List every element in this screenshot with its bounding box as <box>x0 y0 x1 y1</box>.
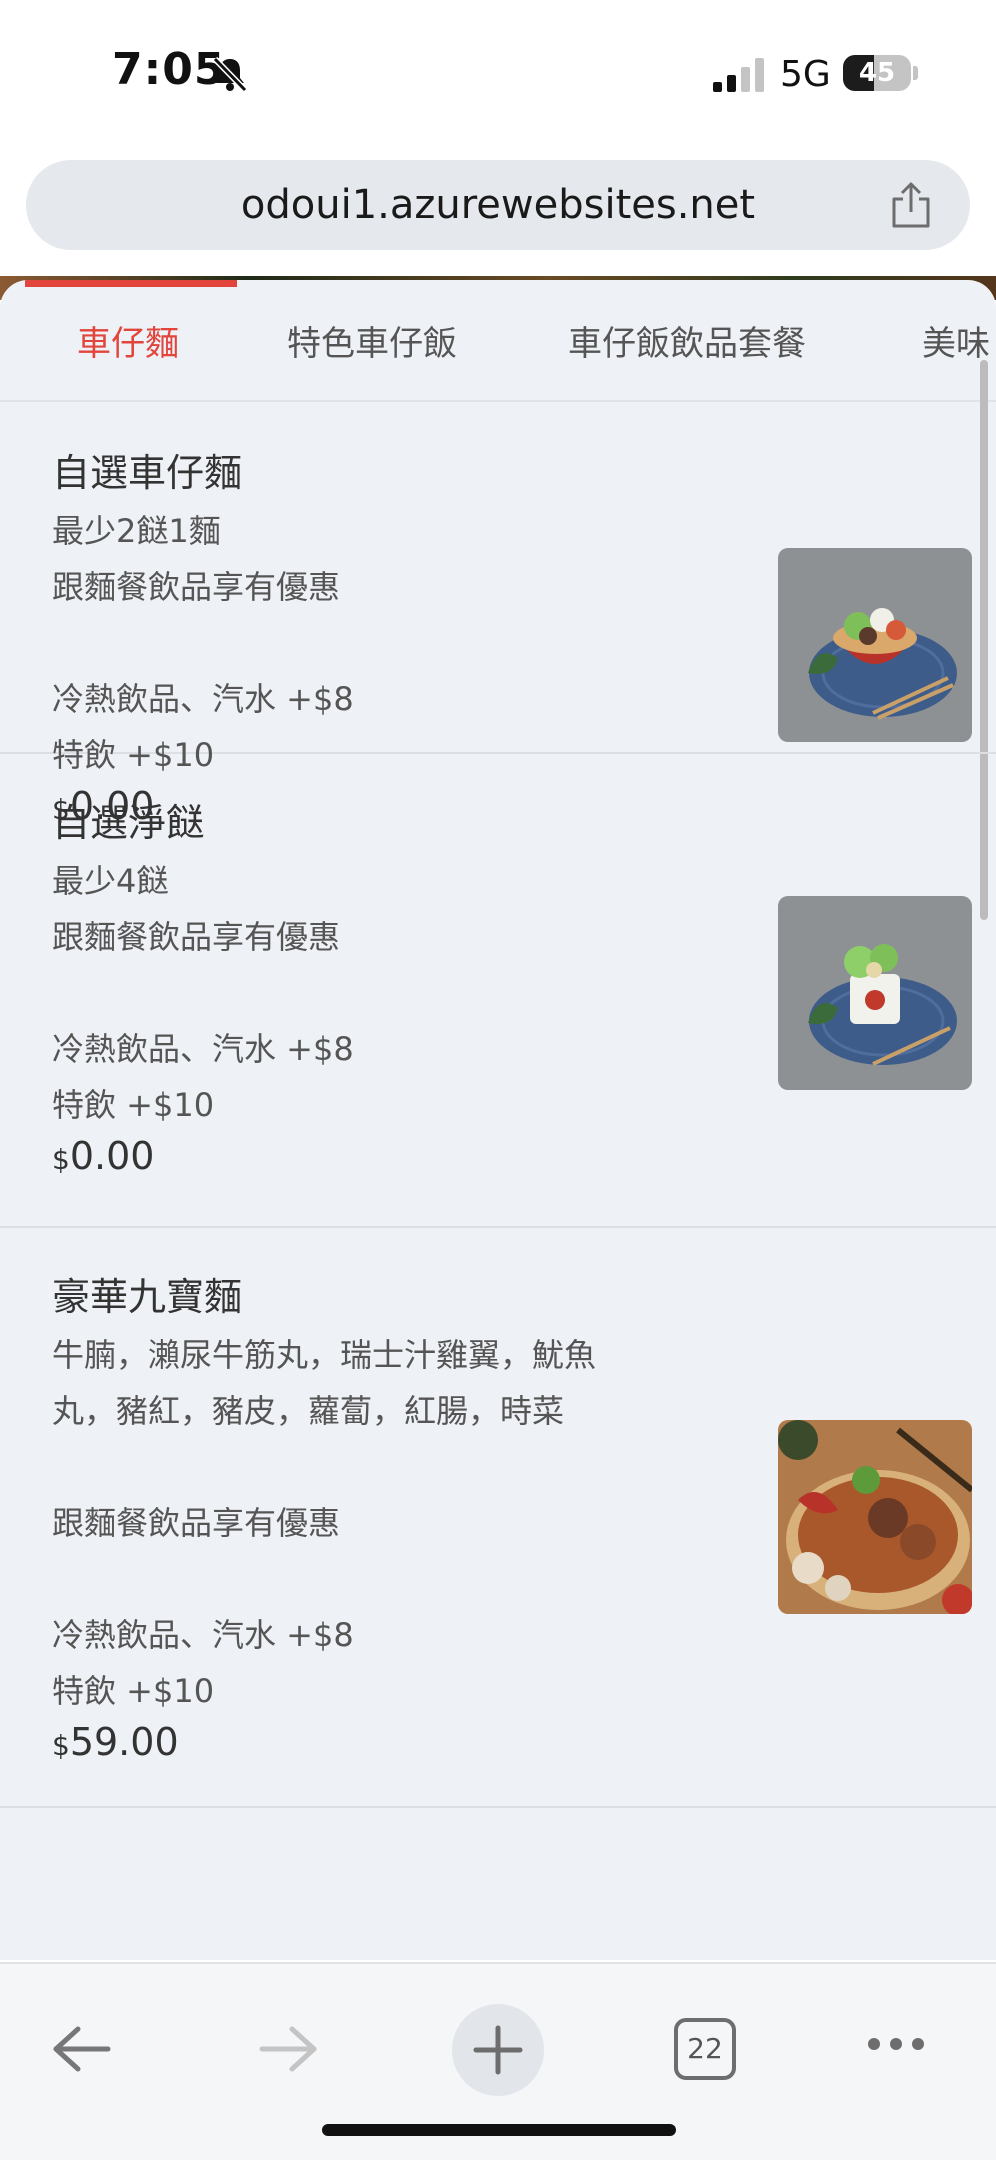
price-amount: 0.00 <box>69 1134 155 1178</box>
battery-icon: 45 <box>843 55 911 91</box>
bell-slash-icon <box>212 56 248 93</box>
network-type: 5G <box>780 54 831 95</box>
item-price: $59.00 <box>52 1720 179 1764</box>
tab-special-rice[interactable]: 特色車仔飯 <box>287 316 457 365</box>
price-amount: 59.00 <box>69 1720 179 1764</box>
address-bar[interactable]: odoui1.azurewebsites.net <box>26 160 970 250</box>
item-desc-line: 冷熱飲品、汽水 +$8 <box>52 680 354 718</box>
item-desc-line: 最少2餸1麵 <box>52 512 221 550</box>
item-photo-toppings-cup[interactable] <box>778 896 972 1090</box>
forward-arrow-icon[interactable] <box>258 2024 318 2074</box>
menu-sheet[interactable]: 車仔麵 特色車仔飯 車仔飯飲品套餐 美味 自選車仔麵 最少2餸1麵 跟麵餐飲品享… <box>0 280 996 1960</box>
item-desc-line: 丸，豬紅，豬皮，蘿蔔，紅腸，時菜 <box>52 1392 565 1430</box>
back-arrow-icon[interactable] <box>52 2024 112 2074</box>
item-photo-deluxe-noodle[interactable] <box>778 1420 972 1614</box>
menu-item[interactable]: 豪華九寶麵 牛腩，瀨尿牛筋丸，瑞士汁雞翼，魷魚 丸，豬紅，豬皮，蘿蔔，紅腸，時菜… <box>0 1228 996 1808</box>
item-price: $0.00 <box>52 1134 154 1178</box>
more-options-icon[interactable] <box>866 2034 926 2054</box>
item-name: 自選淨餸 <box>52 801 205 845</box>
tab-switcher-button[interactable]: 22 <box>674 2018 736 2080</box>
home-indicator <box>322 2124 676 2136</box>
category-tabs: 車仔麵 特色車仔飯 車仔飯飲品套餐 美味 <box>0 280 996 402</box>
status-time: 7:05 <box>112 44 226 95</box>
item-desc-line: 冷熱飲品、汽水 +$8 <box>52 1616 354 1654</box>
item-desc-line: 最少4餸 <box>52 862 169 900</box>
item-desc-line: 跟麵餐飲品享有優惠 <box>52 918 341 956</box>
item-desc-line: 冷熱飲品、汽水 +$8 <box>52 1030 354 1068</box>
item-desc-line: 跟麵餐飲品享有優惠 <box>52 568 341 606</box>
item-photo-noodle-bowl[interactable] <box>778 548 972 742</box>
url-text[interactable]: odoui1.azurewebsites.net <box>26 160 970 250</box>
new-tab-plus-icon[interactable] <box>452 2004 544 2096</box>
tab-delicious[interactable]: 美味 <box>922 316 990 365</box>
item-desc-line: 牛腩，瀨尿牛筋丸，瑞士汁雞翼，魷魚 <box>52 1336 597 1374</box>
menu-item[interactable]: 自選淨餸 最少4餸 跟麵餐飲品享有優惠 冷熱飲品、汽水 +$8 特飲 +$10 … <box>0 754 996 1228</box>
share-icon[interactable] <box>888 182 934 230</box>
tab-rice-drink-set[interactable]: 車仔飯飲品套餐 <box>568 316 806 365</box>
tab-car-noodle[interactable]: 車仔麵 <box>77 316 179 365</box>
item-desc-line: 特飲 +$10 <box>52 1672 215 1710</box>
item-desc-line: 特飲 +$10 <box>52 1086 215 1124</box>
currency-symbol: $ <box>52 1143 70 1176</box>
cellular-signal-icon <box>713 58 764 92</box>
battery-nub <box>913 66 918 80</box>
active-tab-indicator <box>25 280 237 287</box>
menu-item[interactable]: 自選車仔麵 最少2餸1麵 跟麵餐飲品享有優惠 冷熱飲品、汽水 +$8 特飲 +$… <box>0 404 996 828</box>
item-desc-line: 跟麵餐飲品享有優惠 <box>52 1504 341 1542</box>
item-name: 豪華九寶麵 <box>52 1275 243 1319</box>
status-bar: 7:05 5G 45 <box>0 0 996 150</box>
item-name: 自選車仔麵 <box>52 451 243 495</box>
tab-count: 22 <box>687 2032 723 2065</box>
battery-percent: 45 <box>858 58 896 88</box>
currency-symbol: $ <box>52 1729 70 1762</box>
